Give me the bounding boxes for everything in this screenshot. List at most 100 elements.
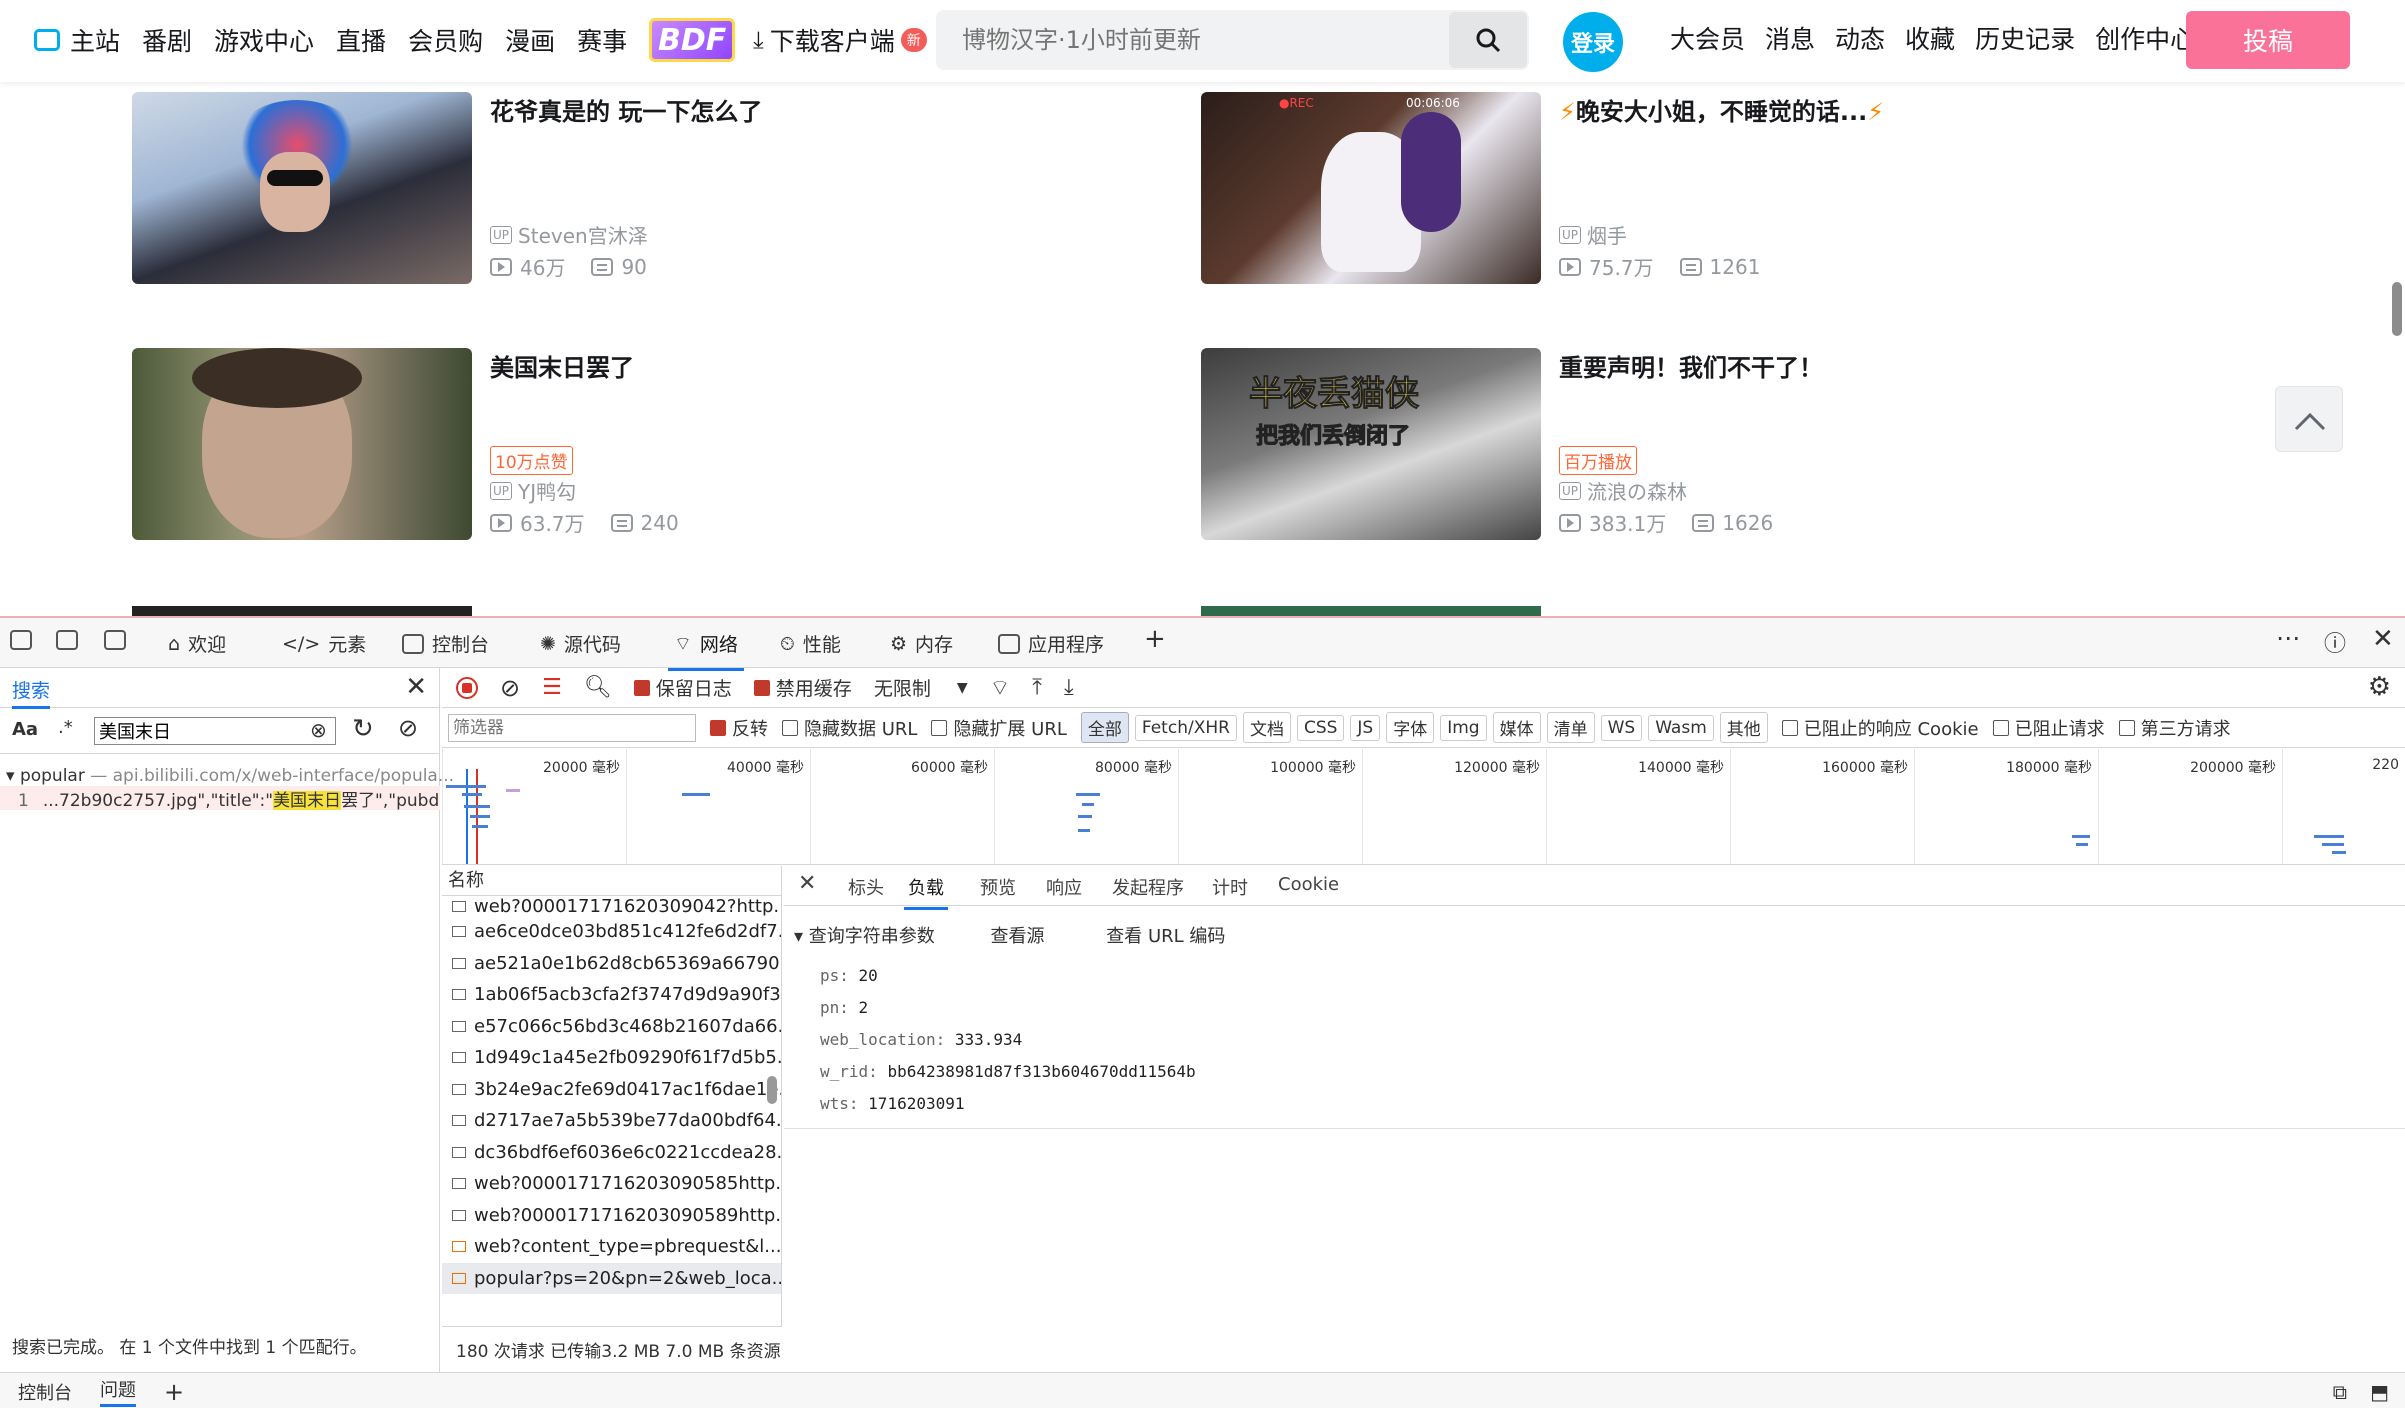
nav-home[interactable]: 主站 — [70, 22, 120, 58]
filter-font[interactable]: 字体 — [1386, 712, 1435, 743]
throttle-select[interactable]: 无限制 ▼ — [874, 674, 968, 701]
view-url-encoded-link[interactable]: 查看 URL 编码 — [1106, 926, 1225, 947]
more-options-icon[interactable]: ⋯ — [2276, 624, 2300, 652]
drawer-tab-console[interactable]: 控制台 — [18, 1379, 72, 1405]
request-row-selected[interactable]: popular?ps=20&pn=2&web_loca... — [442, 1262, 781, 1294]
close-detail-icon[interactable]: ✕ — [798, 871, 816, 896]
filter-css[interactable]: CSS — [1296, 714, 1345, 741]
close-search-icon[interactable]: ✕ — [405, 672, 427, 702]
filter-ws[interactable]: WS — [1600, 714, 1643, 741]
tab-elements[interactable]: </> 元素 — [282, 630, 366, 657]
request-row[interactable]: e57c066c56bd3c468b21607da66... — [442, 1011, 781, 1043]
preserve-log-checkbox[interactable] — [633, 679, 650, 696]
nav-favorites[interactable]: 收藏 — [1905, 20, 1955, 56]
tab-memory[interactable]: ⚙ 内存 — [890, 630, 953, 657]
filter-wasm[interactable]: Wasm — [1648, 714, 1714, 741]
tab-performance[interactable]: ⏲ 性能 — [780, 630, 841, 657]
search-result-line[interactable]: 1 ...72b90c2757.jpg","title":"美国末日罢了","pu… — [0, 786, 440, 810]
request-row[interactable]: d2717ae7a5b539be77da00bdf64... — [442, 1105, 781, 1137]
request-row[interactable]: web?0000171716203090585http... — [442, 1168, 781, 1200]
video-thumbnail[interactable]: ●REC 00:06:06 — [1201, 92, 1541, 284]
search-network-icon[interactable]: 🔍︎ — [584, 675, 612, 700]
uploader-name[interactable]: Steven宫沐泽 — [518, 220, 648, 249]
detail-tab-timing[interactable]: 计时 — [1212, 874, 1248, 900]
download-client-link[interactable]: 下载客户端 — [770, 22, 895, 58]
invert-checkbox[interactable] — [710, 719, 726, 736]
dock-drawer-icon[interactable]: ⧉ — [2333, 1380, 2347, 1404]
search-input[interactable] — [936, 10, 1449, 70]
help-icon[interactable]: ⓘ — [2324, 626, 2346, 658]
blocked-cookies-checkbox[interactable] — [1781, 719, 1798, 736]
blocked-requests-checkbox[interactable] — [1992, 719, 2009, 736]
clear-results-icon[interactable]: ⊘ — [398, 714, 418, 742]
video-title[interactable]: 重要声明！我们不干了！ — [1559, 348, 1823, 383]
nav-creator-center[interactable]: 创作中心 — [2095, 20, 2195, 56]
add-tab-icon[interactable]: + — [1144, 624, 1166, 654]
request-row[interactable]: web?content_type=pbrequest&l... — [442, 1231, 781, 1263]
name-column-header[interactable]: 名称 — [442, 866, 781, 896]
nav-esports[interactable]: 赛事 — [577, 22, 627, 58]
add-drawer-tab-icon[interactable]: + — [164, 1378, 184, 1406]
search-panel-title[interactable]: 搜索 — [12, 676, 51, 709]
import-har-icon[interactable]: ⤒ — [1032, 675, 1042, 700]
filter-doc[interactable]: 文档 — [1242, 712, 1291, 743]
dock-side-icon[interactable] — [104, 630, 126, 650]
page-scrollbar-thumb[interactable] — [2392, 282, 2402, 336]
export-har-icon[interactable]: ⤓ — [1064, 675, 1074, 700]
video-card[interactable]: ●REC 00:06:06 ⚡晚安大小姐，不睡觉的话...⚡ UP 烟手 75.7… — [1201, 92, 2201, 284]
record-icon[interactable] — [456, 676, 478, 699]
query-params-section[interactable]: ▾ 查询字符串参数 查看源 查看 URL 编码 — [794, 922, 1225, 948]
detail-tab-cookies[interactable]: Cookie — [1278, 874, 1339, 895]
request-row[interactable]: 3b24e9ac2fe69d0417ac1f6dae1e... — [442, 1074, 781, 1106]
request-list-scrollbar[interactable] — [767, 1076, 777, 1104]
request-row[interactable]: web?000017171620309042?http... — [442, 896, 781, 916]
network-conditions-icon[interactable]: ⌔ — [990, 674, 1011, 702]
hide-extension-url-checkbox[interactable] — [931, 719, 948, 736]
nav-bangumi[interactable]: 番剧 — [142, 22, 192, 58]
search-result-file[interactable]: ▾ popular — api.bilibili.com/x/web-inter… — [6, 766, 454, 786]
filter-manifest[interactable]: 清单 — [1546, 712, 1595, 743]
nav-history[interactable]: 历史记录 — [1975, 20, 2075, 56]
back-to-top-button[interactable] — [2275, 386, 2343, 452]
tab-sources[interactable]: ✺ 源代码 — [540, 630, 621, 657]
uploader-name[interactable]: 流浪の森林 — [1587, 476, 1687, 505]
refresh-icon[interactable]: ↻ — [352, 714, 374, 744]
video-thumbnail-partial[interactable] — [1201, 606, 1541, 616]
filter-img[interactable]: Img — [1440, 714, 1487, 741]
video-thumbnail[interactable] — [132, 92, 472, 284]
search-query-input[interactable] — [94, 717, 336, 745]
nav-messages[interactable]: 消息 — [1765, 20, 1815, 56]
filter-all[interactable]: 全部 — [1080, 712, 1129, 743]
nav-live[interactable]: 直播 — [336, 22, 386, 58]
disable-cache-checkbox[interactable] — [753, 679, 770, 696]
detail-tab-preview[interactable]: 预览 — [980, 874, 1016, 900]
video-thumbnail-partial[interactable] — [132, 606, 472, 616]
request-row[interactable]: web?0000171716203090589http... — [442, 1200, 781, 1232]
nav-game-center[interactable]: 游戏中心 — [214, 22, 314, 58]
video-title[interactable]: 晚安大小姐，不睡觉的话... — [1576, 98, 1867, 126]
filter-media[interactable]: 媒体 — [1492, 712, 1541, 743]
third-party-checkbox[interactable] — [2118, 719, 2135, 736]
video-thumbnail[interactable] — [132, 348, 472, 540]
regex-toggle[interactable]: .* — [58, 717, 73, 738]
video-title[interactable]: 花爷真是的 玩一下怎么了 — [490, 92, 762, 127]
request-row[interactable]: ae6ce0dce03bd851c412fe6d2df7... — [442, 916, 781, 948]
network-settings-icon[interactable]: ⚙ — [2368, 672, 2391, 702]
nav-vip[interactable]: 大会员 — [1670, 20, 1745, 56]
tab-welcome[interactable]: ⌂ 欢迎 — [168, 630, 226, 657]
drawer-tab-issues[interactable]: 问题 — [100, 1376, 136, 1407]
tab-network[interactable]: ⌔ 网络 — [668, 630, 744, 671]
video-thumbnail[interactable]: 半夜丢猫侠 把我们丢倒闭了 — [1201, 348, 1541, 540]
match-case-toggle[interactable]: Aa — [12, 719, 38, 740]
view-source-link[interactable]: 查看源 — [991, 926, 1045, 947]
clear-log-icon[interactable]: ⊘ — [500, 674, 520, 702]
detail-tab-payload[interactable]: 负载 — [904, 874, 948, 910]
request-row[interactable]: dc36bdf6ef6036e6c0221ccdea28... — [442, 1137, 781, 1169]
uploader-name[interactable]: 烟手 — [1587, 220, 1627, 249]
request-row[interactable]: 1ab06f5acb3cfa2f3747d9d9a90f3... — [442, 979, 781, 1011]
bilibili-tv-icon[interactable] — [34, 29, 60, 51]
detail-tab-headers[interactable]: 标头 — [848, 874, 884, 900]
upload-button[interactable]: 投稿 — [2186, 11, 2350, 69]
video-title[interactable]: 美国末日罢了 — [490, 348, 634, 383]
detail-tab-response[interactable]: 响应 — [1046, 874, 1082, 900]
